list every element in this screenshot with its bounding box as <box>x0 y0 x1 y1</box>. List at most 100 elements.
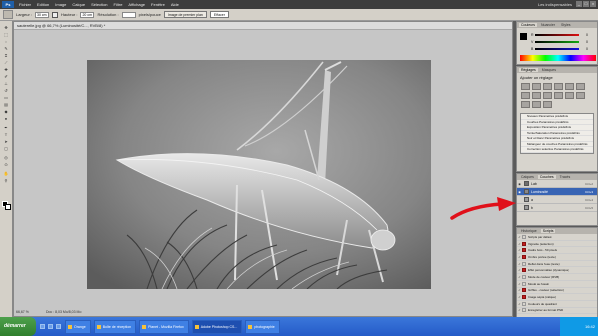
menu-help[interactable]: Aide <box>168 2 182 7</box>
action-row[interactable]: ✓ Vignette (sélection) <box>517 241 597 248</box>
channel-row-a[interactable]: a Ctrl+4 <box>517 196 597 204</box>
color-balance-icon[interactable] <box>521 92 530 99</box>
vibrance-icon[interactable] <box>565 83 574 90</box>
dialog-toggle-icon[interactable] <box>522 268 526 273</box>
image-canvas[interactable] <box>87 60 431 289</box>
maximize-button[interactable]: □ <box>583 1 589 7</box>
eyedropper-tool-icon[interactable]: ⟋ <box>2 60 10 65</box>
menu-layer[interactable]: Calque <box>69 2 88 7</box>
tab-paths[interactable]: Tracés <box>558 175 573 179</box>
resolution-field[interactable] <box>121 11 136 18</box>
lasso-tool-icon[interactable]: ◌ <box>2 39 10 44</box>
gradient-tool-icon[interactable]: ▤ <box>2 102 10 107</box>
dialog-toggle-icon[interactable] <box>522 308 526 313</box>
slider-r-value[interactable]: 0 <box>580 33 588 37</box>
action-row[interactable]: ✓ Ombre portée (texte) <box>517 254 597 261</box>
slider-r-track[interactable] <box>535 33 579 36</box>
crop-tool-icon[interactable]: ⌗ <box>2 53 10 58</box>
selective-color-icon[interactable] <box>543 101 552 108</box>
slider-g[interactable]: V 0 <box>531 39 595 44</box>
clear-button[interactable]: Effacer <box>209 11 229 18</box>
dialog-toggle-icon[interactable] <box>522 288 526 293</box>
channel-row-lab[interactable]: ◉ Lab Ctrl+2 <box>517 180 597 188</box>
workspace-switcher[interactable]: Les indispensables <box>538 0 572 9</box>
tab-layers[interactable]: Calques <box>519 175 536 179</box>
zoom-tool-icon[interactable]: ⚲ <box>2 178 10 183</box>
levels-icon[interactable] <box>532 83 541 90</box>
dialog-toggle-icon[interactable] <box>522 295 526 300</box>
move-tool-icon[interactable]: ✥ <box>2 25 10 30</box>
channel-row-b[interactable]: b Ctrl+5 <box>517 204 597 212</box>
slider-b-track[interactable] <box>535 47 579 50</box>
tab-swatches[interactable]: Nuancier <box>539 23 557 27</box>
close-button[interactable]: × <box>590 1 596 7</box>
color-spectrum-bar[interactable] <box>520 55 596 61</box>
tab-masks[interactable]: Masques <box>540 68 558 72</box>
3d-camera-tool-icon[interactable]: ⊙ <box>2 162 10 167</box>
swap-dimensions-icon[interactable] <box>52 11 59 18</box>
dialog-toggle-icon[interactable] <box>522 248 526 253</box>
dodge-tool-icon[interactable]: ● <box>2 116 10 121</box>
task-orange[interactable]: Orange <box>65 319 91 334</box>
minimize-button[interactable]: _ <box>576 1 582 7</box>
resolution-unit-select[interactable]: pixels/pouce <box>139 12 161 17</box>
hand-tool-icon[interactable]: ✋ <box>2 171 10 176</box>
slider-g-track[interactable] <box>535 40 579 43</box>
dialog-toggle-icon[interactable] <box>522 281 526 286</box>
menu-view[interactable]: Affichage <box>125 2 148 7</box>
action-row[interactable]: ✓ Couleurs de quadrant <box>517 301 597 308</box>
menu-filter[interactable]: Filtre <box>111 2 126 7</box>
dialog-toggle-icon[interactable] <box>522 254 526 259</box>
threshold-icon[interactable] <box>521 101 530 108</box>
path-select-tool-icon[interactable]: ➤ <box>2 139 10 144</box>
dialog-toggle-icon[interactable] <box>522 241 526 246</box>
eraser-tool-icon[interactable]: ▭ <box>2 95 10 100</box>
brush-tool-icon[interactable]: ✐ <box>2 74 10 79</box>
healing-brush-tool-icon[interactable]: ✚ <box>2 67 10 72</box>
front-image-button[interactable]: Image de premier plan <box>163 11 207 18</box>
curves-icon[interactable] <box>543 83 552 90</box>
shape-tool-icon[interactable]: ▢ <box>2 146 10 151</box>
task-photoshop[interactable]: Adobe Photoshop CS... <box>191 319 243 334</box>
tab-actions[interactable]: Scripts <box>540 229 556 233</box>
action-row[interactable]: ✓ Cadre bois - 50 pixels <box>517 247 597 255</box>
photo-filter-icon[interactable] <box>543 92 552 99</box>
start-button[interactable]: démarrer <box>0 317 36 336</box>
menu-select[interactable]: Sélection <box>88 2 110 7</box>
black-white-icon[interactable] <box>532 92 541 99</box>
type-tool-icon[interactable]: T <box>2 132 10 137</box>
slider-g-value[interactable]: 0 <box>580 40 588 44</box>
pen-tool-icon[interactable]: ✒ <box>2 125 10 130</box>
action-row[interactable]: ✓ Scripts par défaut <box>517 234 597 241</box>
menu-window[interactable]: Fenêtre <box>148 2 168 7</box>
tab-channels[interactable]: Couches <box>537 175 556 179</box>
media-player-icon[interactable] <box>56 324 61 329</box>
brightness-contrast-icon[interactable] <box>521 83 530 90</box>
background-color-swatch[interactable] <box>5 204 11 210</box>
task-photographie[interactable]: photographie <box>245 319 280 334</box>
action-row[interactable]: ✓ Mode de couleur (RVB) <box>517 274 597 281</box>
slider-r[interactable]: R 0 <box>531 32 595 37</box>
color-foreground-swatch[interactable] <box>520 33 527 40</box>
dialog-toggle-icon[interactable] <box>522 261 526 266</box>
browser-icon[interactable] <box>40 324 45 329</box>
crop-tool-preset-icon[interactable] <box>3 10 13 19</box>
desktop-icon[interactable] <box>48 324 53 329</box>
tab-styles[interactable]: Styles <box>559 23 573 27</box>
dialog-toggle-icon[interactable] <box>522 274 526 279</box>
hue-saturation-icon[interactable] <box>576 83 585 90</box>
action-row[interactable]: ✓ Moulé au fusain <box>517 281 597 288</box>
action-row[interactable]: ✓ Enregistrer au format PSD <box>517 308 597 315</box>
tab-color[interactable]: Couleurs <box>519 23 538 27</box>
menu-file[interactable]: Fichier <box>16 2 34 7</box>
slider-b[interactable]: B 0 <box>531 46 595 51</box>
task-firefox[interactable]: Planet - Mozilla Firefox <box>139 319 189 334</box>
dialog-toggle-icon[interactable] <box>522 234 526 239</box>
document-title[interactable]: sauterelle.jpg @ 66,7% (Luminosité/C...,… <box>14 22 512 30</box>
clock[interactable]: 16:42 <box>585 324 595 329</box>
menu-edit[interactable]: Edition <box>34 2 52 7</box>
channel-mixer-icon[interactable] <box>554 92 563 99</box>
width-field[interactable] <box>35 11 50 18</box>
tab-adjustments[interactable]: Réglages <box>519 68 538 72</box>
preset-item[interactable]: Correction sélective Paramètres prédéfin… <box>521 147 593 153</box>
